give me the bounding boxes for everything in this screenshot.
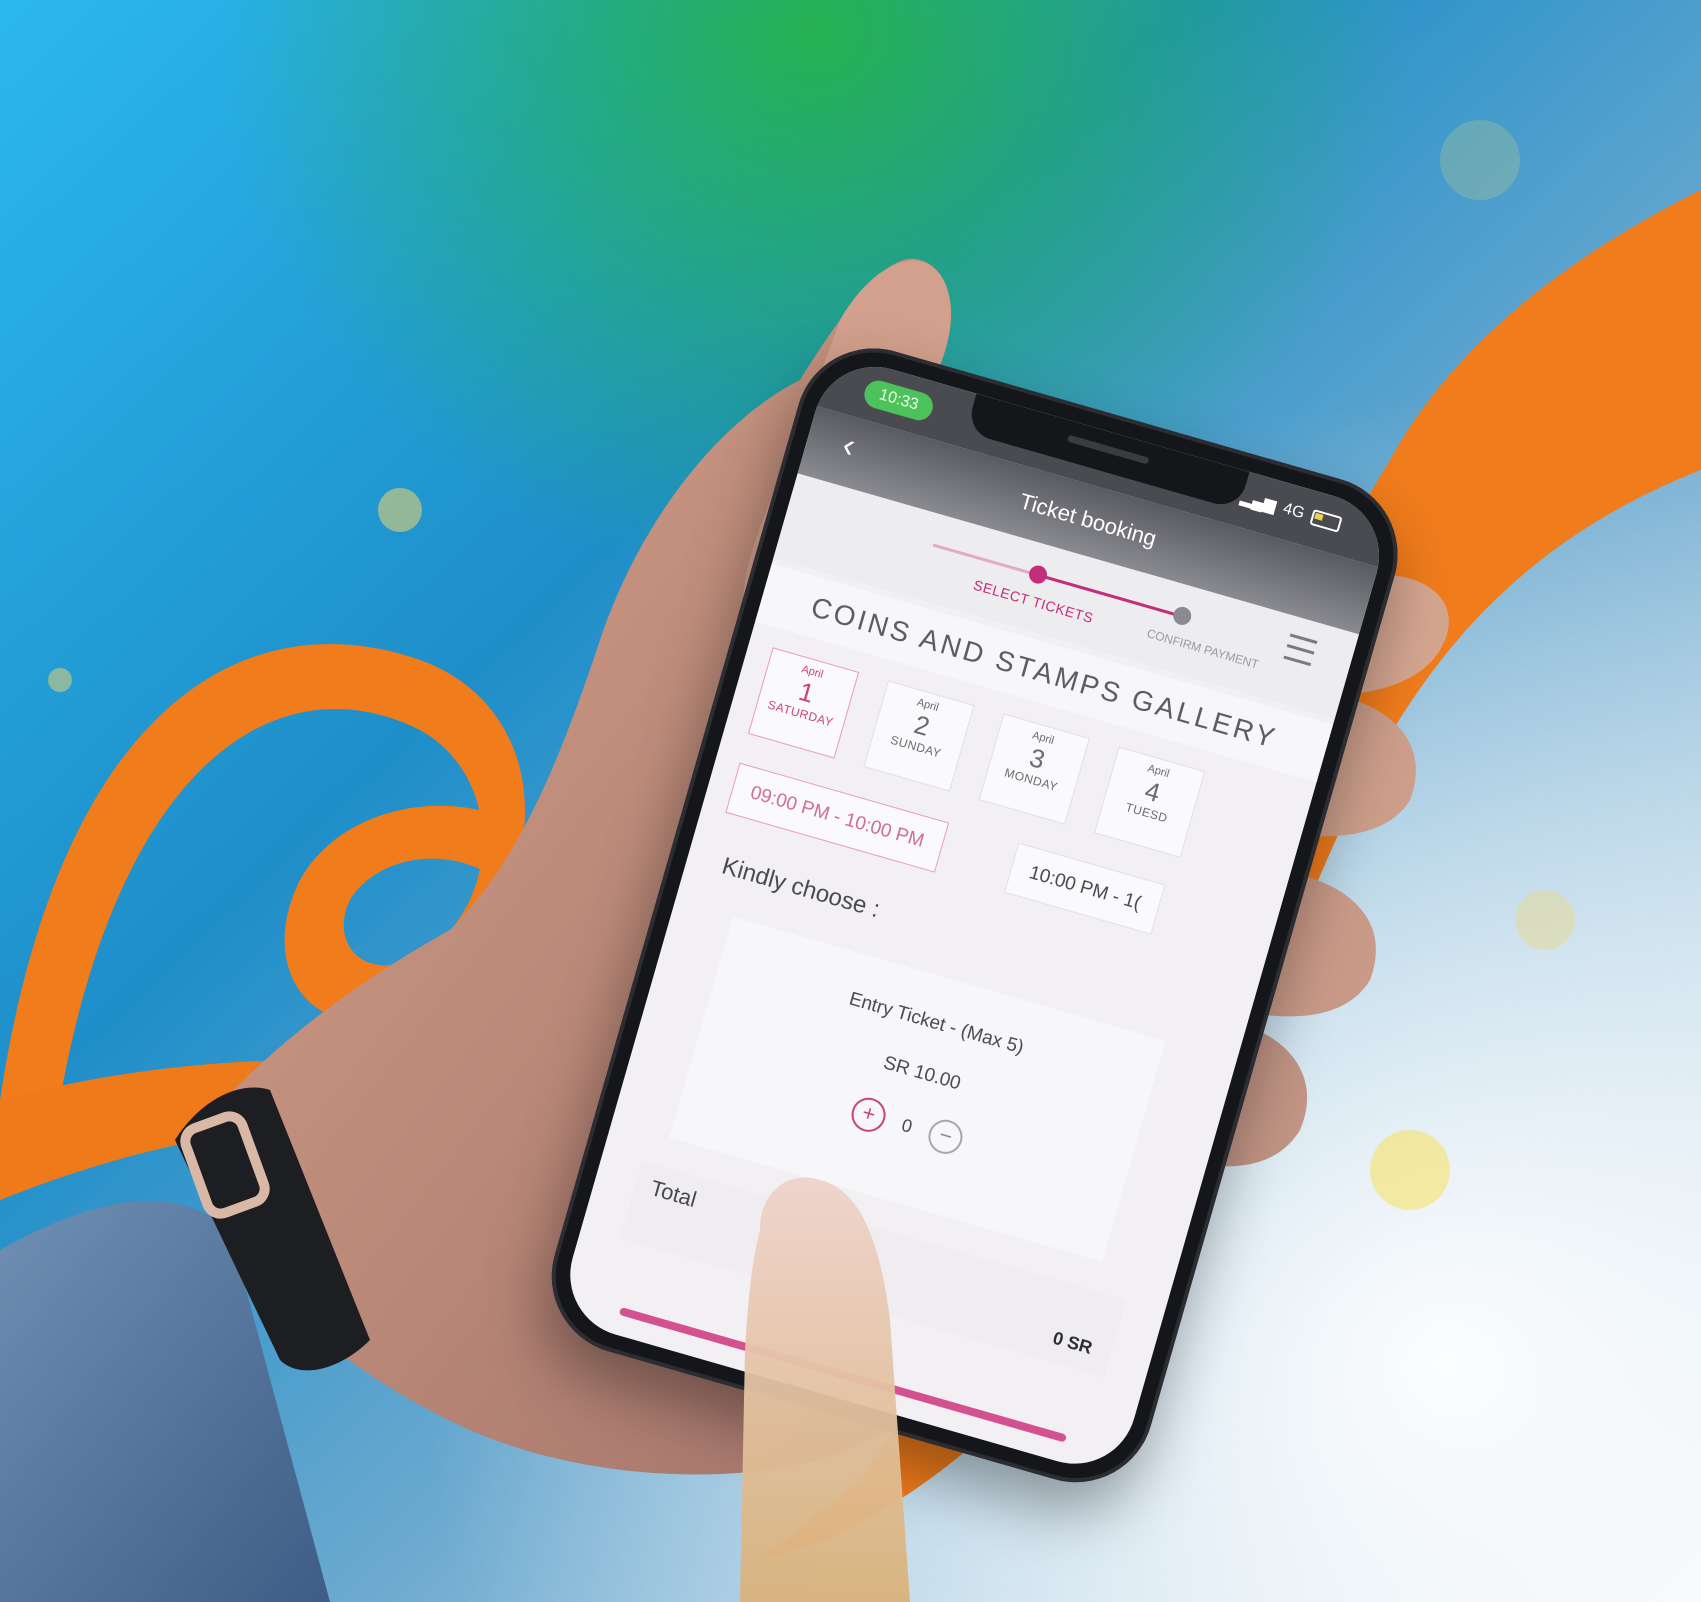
speaker-grille	[1066, 434, 1150, 465]
date-card[interactable]: April 2 SUNDAY	[863, 680, 975, 792]
signal-icon: ▂▄▆	[1238, 488, 1278, 516]
step-dot-confirm-payment[interactable]	[1171, 604, 1194, 628]
battery-icon	[1309, 509, 1343, 533]
hamburger-menu-icon[interactable]	[1283, 633, 1318, 667]
date-card[interactable]: April 3 MONDAY	[978, 713, 1090, 825]
photo-scene: 10:33 ▂▄▆ 4G ‹ Ticket booking SELECT TIC…	[0, 0, 1701, 1602]
total-value: 0 SR	[1050, 1327, 1095, 1358]
total-label: Total	[647, 1175, 700, 1213]
decrease-quantity-button[interactable]: −	[924, 1115, 967, 1158]
network-type: 4G	[1281, 499, 1307, 523]
increase-quantity-button[interactable]: +	[847, 1093, 890, 1136]
date-card[interactable]: April 4 TUESD	[1093, 746, 1206, 858]
status-time: 10:33	[861, 377, 937, 424]
step-dot-select-tickets[interactable]	[1026, 563, 1050, 586]
network-status: ▂▄▆ 4G	[1238, 487, 1343, 535]
kindly-choose-heading: Kindly choose :	[718, 852, 883, 924]
step-label-confirm-payment: CONFIRM PAYMENT	[1145, 626, 1261, 672]
date-card[interactable]: April 1 SATURDAY	[747, 647, 860, 759]
quantity-value: 0	[899, 1114, 915, 1137]
